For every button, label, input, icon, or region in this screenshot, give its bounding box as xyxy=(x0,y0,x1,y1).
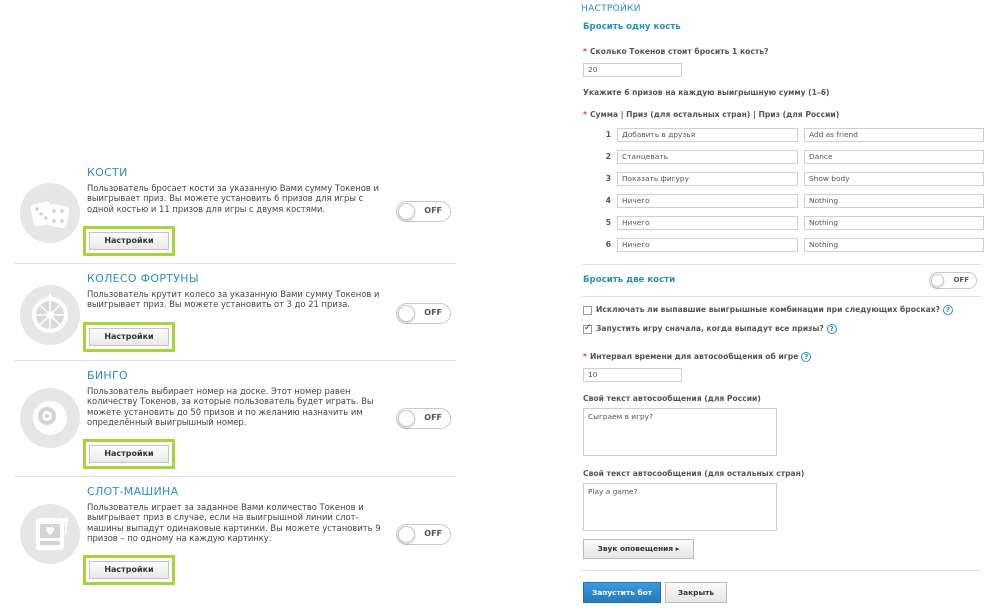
prize-other-input[interactable]: Показать фигуру xyxy=(617,172,798,186)
restart-label: Запустить игру сначала, когда выпадут вс… xyxy=(596,324,837,334)
game-description: Пользователь играет за заданное Вами кол… xyxy=(87,502,381,544)
game-description: Пользователь выбирает номер на доске. Эт… xyxy=(87,386,374,428)
msg-russia-label: Свой текст автосообщения (для России) xyxy=(583,394,761,403)
prize-number: 2 xyxy=(605,152,611,161)
columns-label: * Сумма | Приз (для остальных стран) | Пр… xyxy=(583,110,839,119)
slot-toggle[interactable]: OFF xyxy=(396,524,451,545)
toggle-knob xyxy=(398,203,415,220)
msg-other-label: Свой текст автосообщения (для остальных … xyxy=(583,469,805,478)
tokens-input[interactable]: 20 xyxy=(583,63,682,77)
prize-other-input[interactable]: Ничего xyxy=(617,194,798,208)
dice-icon xyxy=(20,183,80,243)
toggle-label: OFF xyxy=(424,529,442,538)
prize-russia-input[interactable]: Show body xyxy=(804,172,984,186)
required-mark: * xyxy=(583,47,587,56)
sound-button[interactable]: Звук оповещения ▸ xyxy=(583,539,694,559)
prize-russia-input[interactable]: Nothing xyxy=(804,194,984,208)
game-title: КОЛЕСО ФОРТУНЫ xyxy=(87,272,199,285)
prize-russia-input[interactable]: Nothing xyxy=(804,216,984,230)
divider xyxy=(581,264,981,265)
tokens-label: * Сколько Токенов стоит бросить 1 кость? xyxy=(583,47,768,56)
game-card-dice: КОСТИ Пользователь бросает кости за указ… xyxy=(14,158,456,264)
slot-settings-button[interactable]: Настройки xyxy=(83,555,175,585)
toggle-label: OFF xyxy=(424,413,442,422)
prize-other-input[interactable]: Ничего xyxy=(617,216,798,230)
wheel-settings-button[interactable]: Настройки xyxy=(83,322,175,352)
bingo-toggle[interactable]: OFF xyxy=(396,408,451,429)
wheel-toggle[interactable]: OFF xyxy=(396,303,451,324)
toggle-label: OFF xyxy=(953,276,969,284)
game-description: Пользователь крутит колесо за указанную … xyxy=(87,289,380,310)
toggle-knob xyxy=(398,305,415,322)
exclude-checkbox[interactable] xyxy=(583,306,592,315)
interval-label-text: Интервал времени для автосообщения об иг… xyxy=(589,352,799,361)
toggle-knob xyxy=(931,274,944,287)
slot-machine-icon xyxy=(20,504,80,564)
exclude-label: Исключать ли выпавшие выигрышные комбина… xyxy=(596,305,954,315)
msg-russia-textarea[interactable]: Сыграем в игру? xyxy=(583,408,777,456)
help-icon[interactable]: ? xyxy=(826,324,837,334)
settings-button-label: Настройки xyxy=(89,232,169,250)
game-card-wheel: КОЛЕСО ФОРТУНЫ Пользователь крутит колес… xyxy=(14,264,456,361)
toggle-label: OFF xyxy=(424,206,442,215)
settings-button-label: Настройки xyxy=(89,561,169,579)
required-mark: * xyxy=(583,110,587,119)
two-dice-toggle[interactable]: OFF xyxy=(929,272,977,289)
toggle-knob xyxy=(398,526,415,543)
interval-label: * Интервал времени для автосообщения об и… xyxy=(583,352,812,362)
toggle-knob xyxy=(398,410,415,427)
columns-label-text: Сумма | Приз (для остальных стран) | При… xyxy=(589,110,840,119)
prize-russia-input[interactable]: Dance xyxy=(804,150,984,164)
settings-heading: НАСТРОЙКИ xyxy=(581,4,641,14)
game-title: БИНГО xyxy=(87,369,128,382)
prize-other-input[interactable]: Ничего xyxy=(617,238,798,252)
divider xyxy=(581,296,981,297)
tokens-label-text: Сколько Токенов стоит бросить 1 кость? xyxy=(589,47,769,56)
msg-other-textarea[interactable]: Play a game? xyxy=(583,483,777,531)
bingo-settings-button[interactable]: Настройки xyxy=(83,439,175,469)
restart-label-text: Запустить игру сначала, когда выпадут вс… xyxy=(596,324,824,333)
interval-input[interactable]: 10 xyxy=(583,368,682,382)
prize-number: 6 xyxy=(605,240,611,249)
game-card-slot: СЛОТ-МАШИНА Пользователь играет за задан… xyxy=(14,477,456,589)
prizes-hint: Укажите 6 призов на каждую выигрышную су… xyxy=(583,88,830,97)
prize-russia-input[interactable]: Add as friend xyxy=(804,128,984,142)
one-die-title: Бросить одну кость xyxy=(583,22,681,32)
dice-settings-button[interactable]: Настройки xyxy=(83,226,175,256)
prize-other-input[interactable]: Добавить в друзья xyxy=(617,128,798,142)
required-mark: * xyxy=(583,352,587,361)
start-bot-button[interactable]: Запустить бот xyxy=(583,582,661,603)
prize-other-input[interactable]: Станцевать xyxy=(617,150,798,164)
wheel-icon xyxy=(20,285,80,345)
toggle-label: OFF xyxy=(424,308,442,317)
divider xyxy=(581,570,981,571)
prize-number: 5 xyxy=(605,218,611,227)
settings-button-label: Настройки xyxy=(89,445,169,463)
settings-button-label: Настройки xyxy=(89,328,169,346)
game-description: Пользователь бросает кости за указанную … xyxy=(87,183,379,214)
restart-checkbox[interactable] xyxy=(583,323,592,334)
help-icon[interactable]: ? xyxy=(801,352,812,362)
dice-toggle[interactable]: OFF xyxy=(396,201,451,222)
game-card-bingo: БИНГО Пользователь выбирает номер на дос… xyxy=(14,361,456,477)
game-title: КОСТИ xyxy=(87,166,128,179)
prize-number: 3 xyxy=(605,174,611,183)
bingo-ball-icon xyxy=(20,388,80,448)
prize-number: 4 xyxy=(605,196,611,205)
help-icon[interactable]: ? xyxy=(943,305,954,315)
close-button[interactable]: Закрыть xyxy=(665,582,727,603)
prize-russia-input[interactable]: Nothing xyxy=(804,238,984,252)
exclude-label-text: Исключать ли выпавшие выигрышные комбина… xyxy=(596,305,941,314)
game-title: СЛОТ-МАШИНА xyxy=(87,485,179,498)
two-dice-title: Бросить две кости xyxy=(583,275,676,285)
prize-number: 1 xyxy=(605,130,611,139)
